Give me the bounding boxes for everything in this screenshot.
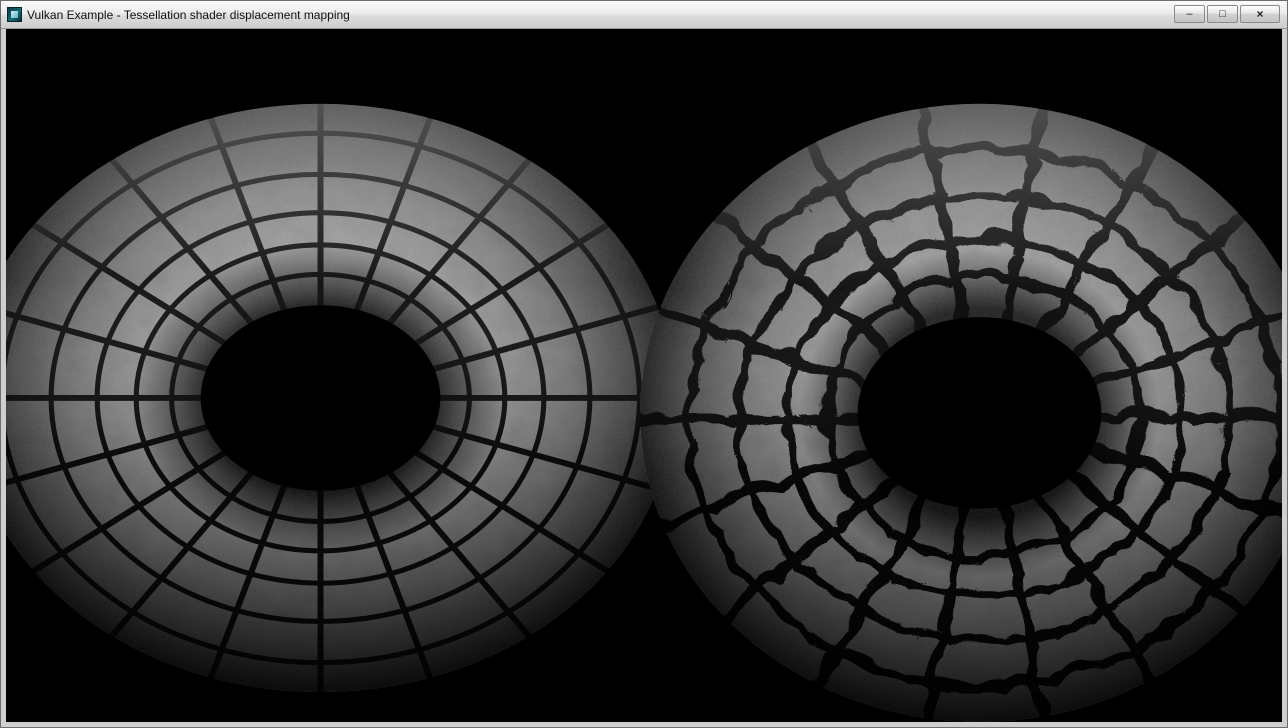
window-titlebar[interactable]: Vulkan Example - Tessellation shader dis… — [1, 1, 1287, 29]
window-title: Vulkan Example - Tessellation shader dis… — [27, 8, 350, 22]
app-window: Vulkan Example - Tessellation shader dis… — [0, 0, 1288, 728]
stone-torus-flat — [6, 98, 682, 698]
close-button[interactable]: × — [1240, 5, 1280, 23]
stone-torus-displaced — [633, 102, 1282, 722]
window-controls: – □ × — [1174, 5, 1280, 23]
vulkan-app-icon[interactable] — [7, 7, 22, 22]
torus-scene — [6, 29, 1282, 722]
maximize-button[interactable]: □ — [1207, 5, 1238, 23]
minimize-button[interactable]: – — [1174, 5, 1205, 23]
render-viewport[interactable] — [6, 29, 1282, 722]
